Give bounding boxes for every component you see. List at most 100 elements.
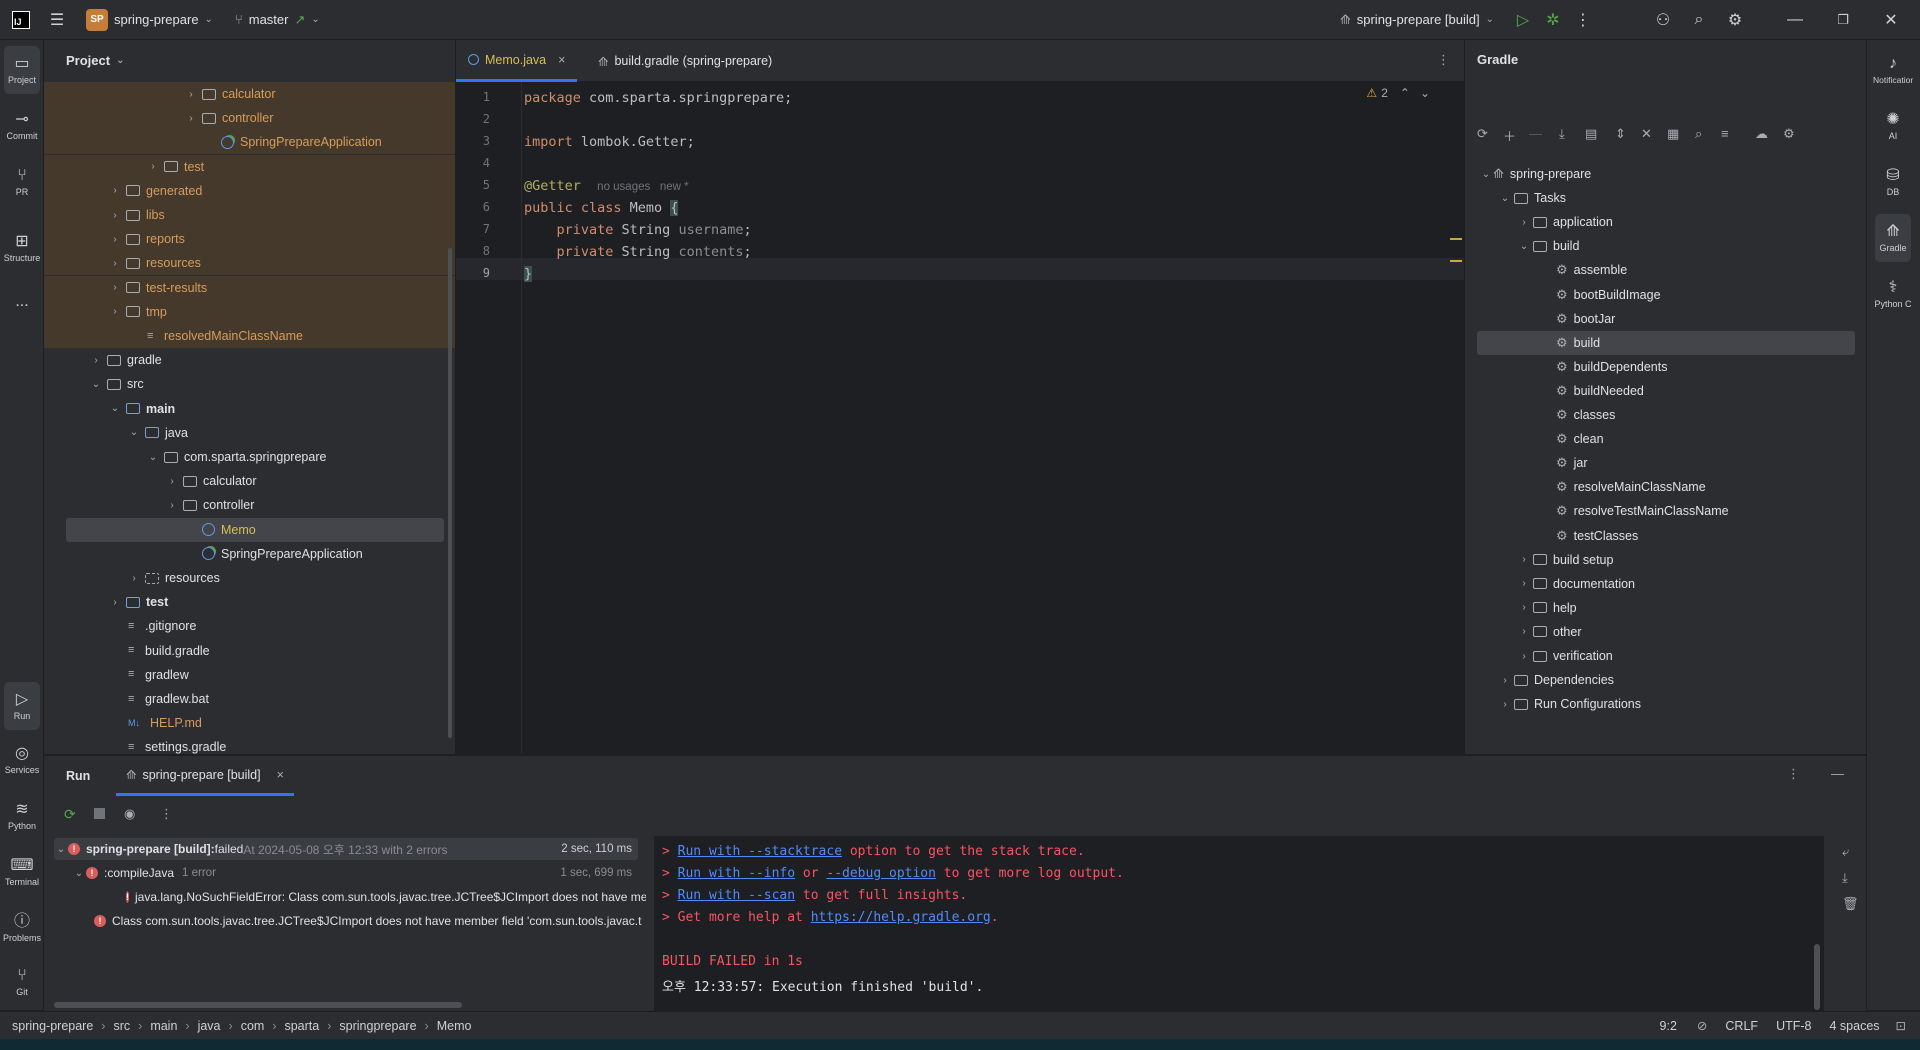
run-config-selector[interactable]: ⟰ spring-prepare [build] ⌄ [1340,12,1494,28]
gradle-tree-item[interactable]: › Run Configurations [1477,692,1855,716]
download-sources-icon[interactable]: ⤓ [1559,126,1565,142]
main-menu-icon[interactable]: ☰ [42,5,72,35]
gradle-tree-item[interactable]: ⚙ bootBuildImage [1477,283,1855,307]
warning-stripe[interactable] [1450,260,1462,262]
gradle-tree-item[interactable]: ⚙ clean [1477,427,1855,451]
more-tools-button[interactable]: ... [4,278,40,326]
chevron-down-icon[interactable]: ⌄ [108,403,122,414]
run-icon[interactable]: ▷ [1508,5,1538,35]
project-tree-item[interactable]: ⌄ java [44,421,455,445]
info-link[interactable]: Run with --info [678,866,795,881]
ide-logo[interactable]: IJ [12,10,30,29]
chevron-down-icon[interactable]: ⌄ [127,427,141,438]
gradle-help-link[interactable]: https://help.gradle.org [811,910,991,925]
breadcrumb-item[interactable]: com [241,1019,265,1033]
chevron-right-icon[interactable]: › [1517,602,1531,613]
project-tree-item[interactable]: › controller [44,106,455,131]
terminal-tool-button[interactable]: ⌨ Terminal [4,848,40,896]
project-tree-item[interactable]: › controller [44,493,455,517]
project-tree-item[interactable]: ≡ gradlew [44,663,455,687]
project-tree-item[interactable]: SpringPrepareApplication [44,542,455,566]
show-dependencies-icon[interactable]: ▦ [1667,126,1679,142]
debug-link[interactable]: --debug option [826,866,936,881]
code-line-8[interactable]: private String contents; [524,244,752,260]
project-tree-item[interactable]: ⌄ src [44,372,455,396]
more-actions-icon[interactable]: ⋮ [1568,5,1598,35]
python-packages-tool-button[interactable]: ≋ Python [4,792,40,840]
gradle-tree-item[interactable]: ⚙ resolveTestMainClassName [1477,499,1855,523]
services-tool-button[interactable]: ◎ Services [4,736,40,784]
run-tool-button[interactable]: ▷ Run [4,682,40,730]
git-tool-button[interactable]: ⑂ Git [4,958,40,1006]
chevron-right-icon[interactable]: › [108,234,122,245]
breadcrumb-item[interactable]: java [198,1019,221,1033]
gradle-tree-item[interactable]: ⌄ build [1477,234,1855,258]
chevron-right-icon[interactable]: › [127,573,141,584]
code-line-5[interactable]: @Getter no usages new * [524,178,689,194]
gradle-tool-button[interactable]: ⟰ Gradle [1875,214,1911,262]
chevron-right-icon[interactable]: › [165,476,179,487]
minimize-window-icon[interactable]: — [1780,5,1810,35]
scroll-to-end-icon[interactable]: ⤓ [1842,870,1848,886]
database-tool-button[interactable]: ⛁ DB [1875,158,1911,206]
run-options-icon[interactable]: ⋮ [1787,766,1800,782]
chevron-right-icon[interactable]: › [1517,626,1531,637]
readonly-toggle-icon[interactable]: ⊘ [1697,1018,1707,1033]
project-tree-item[interactable]: › generated [44,178,455,203]
project-tree-item[interactable]: › libs [44,203,455,227]
gradle-tree-item[interactable]: ⚙ buildDependents [1477,355,1855,379]
project-tree-item[interactable]: › test [44,154,455,179]
chevron-right-icon[interactable]: › [108,258,122,269]
commit-tool-button[interactable]: ⊸ Commit [4,102,40,150]
line-ending[interactable]: CRLF [1725,1019,1758,1033]
gradle-tree-item[interactable]: ⌄ ⟰ spring-prepare [1477,162,1855,186]
project-tree-item[interactable]: › gradle [44,348,455,372]
breadcrumb-item[interactable]: springprepare [339,1019,416,1033]
project-tree-item[interactable]: ≡ gradlew.bat [44,687,455,711]
chevron-right-icon[interactable]: › [108,282,122,293]
rerun-icon[interactable]: ⟳ [64,806,76,823]
caret-position[interactable]: 9:2 [1660,1019,1677,1033]
project-tree-item[interactable]: ⌄ main [44,397,455,421]
build-result-row[interactable]: ⌄ ! spring-prepare [build]: failed At 20… [54,838,638,860]
gradle-tree-item[interactable]: ⚙ jar [1477,451,1855,475]
chevron-up-icon[interactable]: ⌃ [1400,86,1410,100]
horizontal-scrollbar[interactable] [54,1002,462,1008]
add-user-icon[interactable]: ⚇ [1648,5,1678,35]
add-icon[interactable]: ＋ [1503,126,1516,145]
gradle-settings-icon[interactable]: ⚙ [1783,126,1795,142]
offline-mode-icon[interactable]: ☁ [1755,126,1768,142]
gradle-tree-item[interactable]: › documentation [1477,572,1855,596]
notifications-tool-button[interactable]: ♪ Notifications [1873,46,1913,94]
python-console-tool-button[interactable]: ⚕ Python C [1874,270,1911,318]
reload-icon[interactable]: ⟳ [1477,126,1488,142]
gradle-tree-item[interactable]: ⚙ resolveMainClassName [1477,475,1855,499]
project-switcher[interactable]: SP spring-prepare ⌄ [86,8,213,31]
gradle-tree-item[interactable]: › verification [1477,644,1855,668]
gradle-tree-item[interactable]: › help [1477,596,1855,620]
breadcrumb-item[interactable]: spring-prepare [12,1019,93,1033]
chevron-right-icon[interactable]: › [1498,675,1512,686]
gradle-tree-item[interactable]: ⚙ buildNeeded [1477,379,1855,403]
chevron-right-icon[interactable]: › [165,500,179,511]
tab-memo-java[interactable]: Memo.java × [456,40,578,82]
toggle-offline-icon[interactable]: ▤ [1585,126,1597,142]
chevron-down-icon[interactable]: ⌄ [146,452,160,463]
problems-tool-button[interactable]: ⓘ Problems [3,904,41,952]
project-tree-item[interactable]: ≡ settings.gradle [44,735,455,754]
close-tab-icon[interactable]: × [558,53,565,67]
tab-build-gradle[interactable]: ⟰ build.gradle (spring-prepare) [586,40,784,82]
group-tasks-icon[interactable]: ≡ [1721,126,1729,141]
warning-stripe[interactable] [1450,238,1462,240]
project-tree-item[interactable]: › calculator [44,82,455,106]
tab-actions-icon[interactable]: ⋮ [1437,52,1450,68]
pr-tool-button[interactable]: ⑂ PR [4,158,40,206]
code-line-9[interactable]: } [524,266,533,282]
breadcrumb-item[interactable]: sparta [284,1019,319,1033]
project-tree-item[interactable]: › tmp [44,299,455,324]
project-tree-item[interactable]: ⌄ com.sparta.springprepare [44,445,455,469]
chevron-right-icon[interactable]: › [1498,699,1512,710]
close-tab-icon[interactable]: × [277,768,284,782]
project-tree-item[interactable]: Memo [66,517,444,542]
project-panel-header[interactable]: Project ⌄ [44,40,455,80]
